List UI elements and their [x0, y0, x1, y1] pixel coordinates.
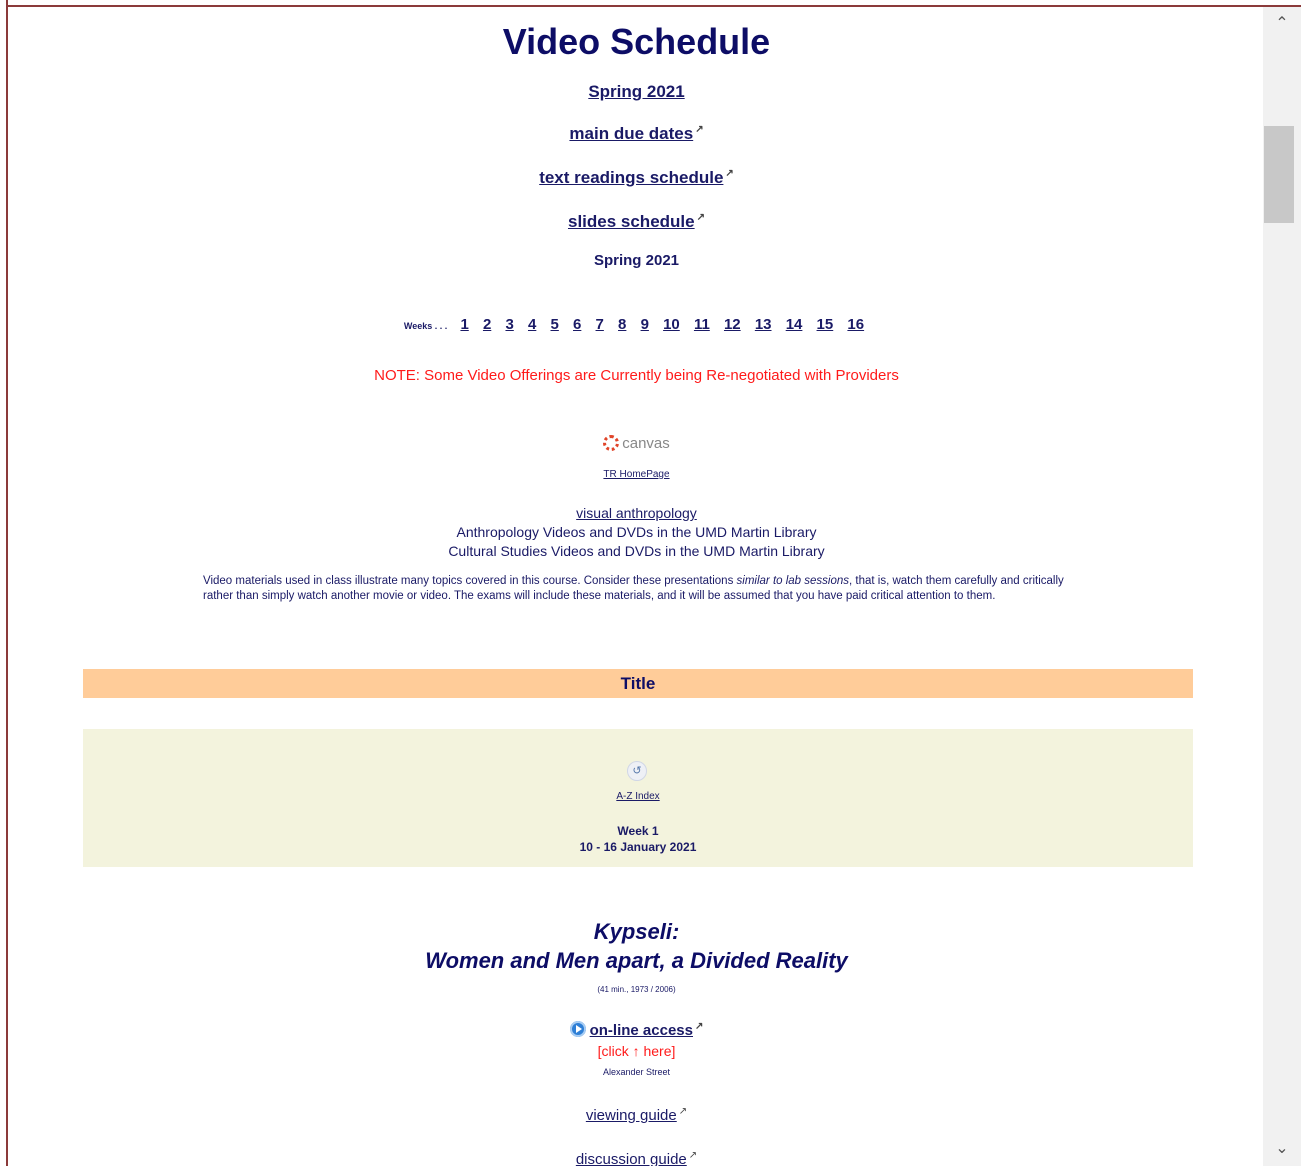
tr-homepage-row: TR HomePage [10, 469, 1263, 480]
page-title: Video Schedule [502, 21, 771, 62]
weeks-lead-label: Weeks . . . [403, 321, 448, 331]
tr-homepage-link[interactable]: TR HomePage [603, 469, 669, 480]
description-part-1: Video materials used in class illustrate… [203, 575, 737, 587]
film-title: Kypseli: Women and Men apart, a Divided … [10, 917, 1263, 975]
film-title-line-1: Kypseli: [593, 919, 680, 944]
discussion-guide-row: discussion guide ↗ [10, 1150, 1263, 1166]
canvas-logo-icon [603, 435, 620, 451]
cultural-studies-videos-text: Cultural Studies Videos and DVDs in the … [448, 543, 825, 559]
online-access-row: on-line access ↗ [10, 1021, 1263, 1039]
course-description: Video materials used in class illustrate… [203, 574, 1083, 604]
canvas-link[interactable]: canvas [10, 435, 1263, 452]
text-readings-row: text readings schedule ↗ [10, 168, 1263, 188]
text-readings-link[interactable]: text readings schedule [539, 168, 723, 187]
refresh-icon[interactable]: ↺ [627, 761, 647, 781]
page-content: Video Schedule Spring 2021 main due date… [10, 7, 1263, 1166]
az-index-link[interactable]: A-Z Index [616, 791, 659, 802]
canvas-label: canvas [622, 435, 670, 452]
provider-note: NOTE: Some Video Offerings are Currently… [374, 367, 899, 384]
semester-link[interactable]: Spring 2021 [588, 82, 684, 101]
vertical-scrollbar[interactable]: ⌃ ⌄ [1263, 7, 1301, 1166]
az-index-row: A-Z Index [83, 791, 1193, 802]
provider-name: Alexander Street [602, 1067, 671, 1077]
week-link-1[interactable]: 1 [460, 316, 468, 333]
week-1-block: ↺ A-Z Index Week 1 10 - 16 January 2021 [83, 729, 1193, 867]
semester-label: Spring 2021 [593, 252, 680, 269]
external-link-icon: ↗ [725, 168, 734, 180]
week-link-14[interactable]: 14 [786, 316, 803, 333]
click-here-text: [click ↑ here] [597, 1043, 676, 1059]
film-meta: (41 min., 1973 / 2006) [597, 985, 676, 994]
week-link-10[interactable]: 10 [663, 316, 680, 333]
weeks-nav: Weeks . . . 1 2 3 4 5 6 7 8 9 10 11 12 1… [10, 316, 1263, 333]
semester-link-row: Spring 2021 [10, 82, 1263, 102]
main-due-dates-link[interactable]: main due dates [569, 124, 693, 143]
scrollbar-thumb[interactable] [1264, 126, 1294, 223]
week-link-7[interactable]: 7 [596, 316, 604, 333]
play-icon[interactable] [569, 1021, 586, 1037]
week-link-13[interactable]: 13 [755, 316, 772, 333]
external-link-icon: ↗ [695, 1021, 704, 1032]
online-access-link[interactable]: on-line access [590, 1022, 693, 1039]
viewing-guide-link[interactable]: viewing guide [586, 1107, 677, 1124]
week-label: Week 1 [617, 824, 659, 838]
week-link-12[interactable]: 12 [724, 316, 741, 333]
week-heading: Week 1 10 - 16 January 2021 [83, 823, 1193, 855]
slides-schedule-link[interactable]: slides schedule [568, 212, 695, 231]
week-link-6[interactable]: 6 [573, 316, 581, 333]
week-link-11[interactable]: 11 [694, 316, 710, 333]
external-link-icon: ↗ [695, 124, 704, 136]
week-link-9[interactable]: 9 [641, 316, 649, 333]
external-link-icon: ↗ [688, 1150, 698, 1161]
description-emphasis: similar to lab sessions [736, 575, 850, 587]
viewing-guide-row: viewing guide ↗ [10, 1106, 1263, 1124]
main-due-dates-row: main due dates ↗ [10, 124, 1263, 144]
week-link-2[interactable]: 2 [483, 316, 491, 333]
week-link-3[interactable]: 3 [505, 316, 513, 333]
discussion-guide-link[interactable]: discussion guide [576, 1151, 687, 1166]
window-left-border [0, 0, 8, 1166]
film-title-line-2: Women and Men apart, a Divided Reality [425, 948, 848, 973]
chevron-up-icon[interactable]: ⌃ [1263, 7, 1301, 41]
week-link-15[interactable]: 15 [817, 316, 834, 333]
chevron-down-icon[interactable]: ⌄ [1263, 1132, 1301, 1166]
table-header-title: Title [83, 669, 1193, 698]
week-link-16[interactable]: 16 [847, 316, 864, 333]
week-link-5[interactable]: 5 [551, 316, 559, 333]
week-link-4[interactable]: 4 [528, 316, 536, 333]
week-dates: 10 - 16 January 2021 [579, 840, 697, 854]
resource-links: visual anthropology Anthropology Videos … [10, 504, 1263, 561]
external-link-icon: ↗ [696, 212, 705, 224]
window-top-border [0, 0, 1301, 7]
external-link-icon: ↗ [678, 1106, 688, 1117]
week-link-8[interactable]: 8 [618, 316, 626, 333]
anthropology-videos-text: Anthropology Videos and DVDs in the UMD … [456, 524, 817, 540]
slides-schedule-row: slides schedule ↗ [10, 212, 1263, 232]
visual-anthropology-link[interactable]: visual anthropology [576, 505, 697, 521]
